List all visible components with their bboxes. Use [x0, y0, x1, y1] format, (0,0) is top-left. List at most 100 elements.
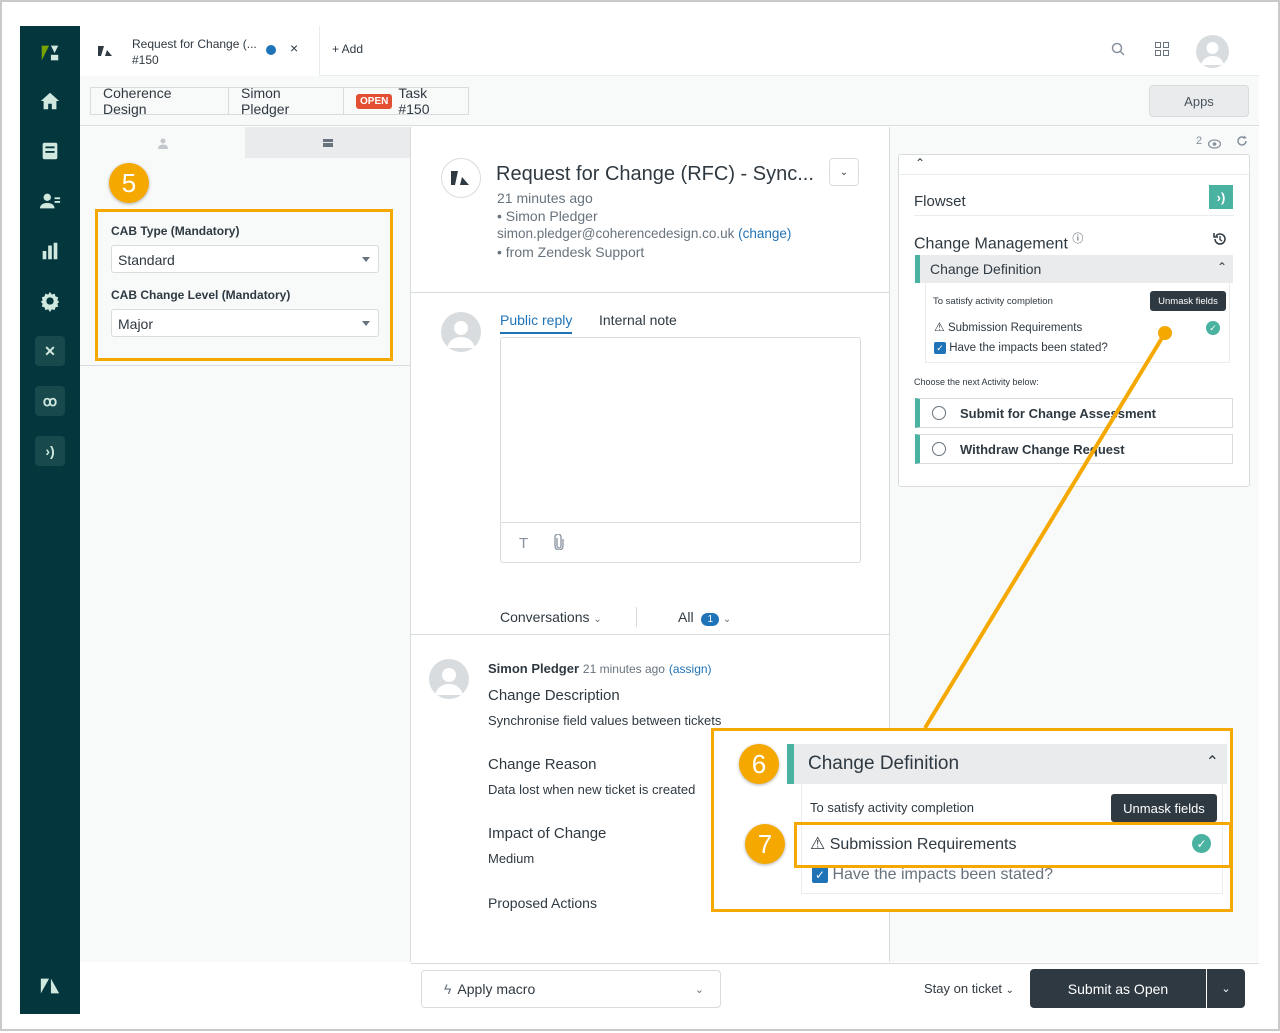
change-management-title: Change Management ⓘ [914, 230, 1083, 253]
ticket-logo-icon [98, 44, 114, 58]
zendesk-z-icon [35, 971, 65, 1001]
user-tab-icon[interactable] [80, 127, 245, 158]
chevron-down-icon: ⌄ [1221, 983, 1231, 995]
user-avatar[interactable] [1196, 35, 1229, 68]
breadcrumb-ticket[interactable]: OPEN Task #150 [343, 85, 469, 117]
message-heading-impact: Impact of Change [488, 825, 607, 842]
ticket-logo-icon [441, 158, 481, 198]
viewer-count: 2 [1196, 135, 1203, 147]
chevron-down-icon: ⌄ [722, 614, 732, 625]
unsaved-dot [266, 45, 276, 55]
activity-body: To satisfy activity completion Unmask fi… [925, 283, 1230, 363]
home-icon[interactable] [35, 86, 65, 116]
callout-box-submission [794, 822, 1232, 868]
ticket-properties-tab-icon[interactable] [245, 127, 410, 158]
radio-button[interactable] [932, 406, 946, 420]
chevron-up-icon: ⌃ [1216, 260, 1227, 274]
cab-type-select[interactable]: Standard [111, 245, 379, 273]
cab-level-select[interactable]: Major [111, 309, 379, 337]
main-sidebar: ✕ ꝏ ›) [20, 26, 80, 1014]
ticket-source: • from Zendesk Support [497, 244, 645, 260]
change-requester-link[interactable]: (change) [738, 226, 791, 241]
conversations-label: Conversations [500, 609, 590, 625]
ticket-tab[interactable]: Request for Change (... #150 × [80, 26, 320, 76]
views-icon[interactable] [35, 136, 65, 166]
chevron-down-icon: ⌄ [694, 983, 704, 996]
product-tray-icon[interactable] [1155, 42, 1169, 59]
attachment-icon[interactable] [553, 533, 565, 555]
tab-internal-note[interactable]: Internal note [599, 312, 677, 328]
impacts-checkbox[interactable]: ✓ [934, 342, 946, 354]
ticket-options-button[interactable]: ⌄ [829, 158, 859, 186]
ticket-time: 21 minutes ago [497, 190, 593, 206]
message-text-impact: Medium [488, 851, 535, 866]
flowset-app-icon[interactable]: ›) [35, 436, 65, 466]
submission-requirements-row: ⚠ Submission Requirements [934, 320, 1082, 334]
flowset-title: Flowset [914, 193, 966, 210]
apply-macro-button[interactable]: ϟ Apply macro ⌄ [421, 970, 721, 1008]
divider [501, 522, 860, 523]
impacts-label: Have the impacts been stated? [949, 342, 1108, 355]
settings-gear-icon[interactable] [35, 286, 65, 316]
chevron-down-icon: ⌄ [593, 614, 602, 625]
breadcrumb-bar: Coherence Design Simon Pledger OPEN Task… [80, 76, 1259, 126]
assign-link[interactable]: (assign) [669, 662, 712, 676]
breadcrumb-org[interactable]: Coherence Design [90, 85, 229, 117]
divider [636, 607, 637, 627]
all-filter[interactable]: All 1 ⌄ [678, 609, 731, 626]
cab-level-value: Major [118, 316, 154, 332]
divider [411, 634, 890, 635]
info-icon[interactable]: ⓘ [1072, 233, 1083, 245]
flowset-card: ⌃ Flowset ›) Change Management ⓘ Change … [898, 154, 1250, 487]
add-tab-button[interactable]: + Add [332, 42, 363, 56]
conversations-filter[interactable]: Conversations ⌄ [500, 609, 602, 625]
activity-withdraw-request[interactable]: Withdraw Change Request [915, 434, 1233, 464]
agent-avatar [441, 312, 481, 352]
collapse-chevron-icon[interactable]: ⌃ [915, 156, 925, 170]
chevron-down-icon [362, 321, 370, 326]
reply-editor[interactable]: T [500, 337, 861, 563]
change-definition-header[interactable]: Change Definition ⌃ [915, 255, 1233, 283]
activity-submit-assessment[interactable]: Submit for Change Assessment [915, 398, 1233, 428]
message-text-description: Synchronise field values between tickets [488, 713, 722, 728]
message-text-reason: Data lost when new ticket is created [488, 782, 696, 797]
breadcrumb-user[interactable]: Simon Pledger [228, 85, 344, 117]
all-label: All [678, 609, 694, 625]
message-heading-description: Change Description [488, 687, 620, 704]
message-heading-reason: Change Reason [488, 756, 597, 773]
cab-level-label: CAB Change Level (Mandatory) [111, 288, 291, 302]
bottom-bar: ϟ Apply macro ⌄ Stay on ticket ⌄ Submit … [411, 963, 1259, 1014]
tab-public-reply[interactable]: Public reply [500, 312, 573, 334]
message-author[interactable]: Simon Pledger [488, 661, 579, 676]
reporting-icon[interactable] [35, 236, 65, 266]
unmask-fields-button[interactable]: Unmask fields [1150, 291, 1226, 311]
reload-icon[interactable] [1236, 134, 1248, 152]
divider [80, 365, 411, 366]
search-icon[interactable] [1111, 42, 1125, 59]
submission-requirements-label: Submission Requirements [947, 322, 1083, 334]
ticket-fields-panel: 5 CAB Type (Mandatory) Standard CAB Chan… [80, 127, 411, 962]
app-icon-1[interactable]: ✕ [35, 336, 65, 366]
ticket-email-line: simon.pledger@coherencedesign.co.uk (cha… [497, 226, 791, 241]
ticket-title: Request for Change (RFC) - Sync... [496, 163, 814, 185]
callout-number-5: 5 [109, 163, 149, 203]
requester-email: simon.pledger@coherencedesign.co.uk [497, 226, 735, 241]
zendesk-logo-icon[interactable] [35, 38, 65, 68]
text-format-icon[interactable]: T [519, 535, 528, 552]
app-frame: ✕ ꝏ ›) Request for Change (... #150 × + … [0, 0, 1280, 1031]
chevron-down-icon: ⌄ [1005, 985, 1015, 996]
apps-button[interactable]: Apps [1149, 85, 1249, 117]
submit-button[interactable]: Submit as Open [1030, 969, 1206, 1008]
eye-icon [1207, 136, 1222, 154]
callout-box-zoom [711, 728, 1233, 912]
stay-on-ticket-dropdown[interactable]: Stay on ticket ⌄ [924, 981, 1014, 996]
satisfy-text: To satisfy activity completion [933, 296, 1053, 307]
submit-options-button[interactable]: ⌄ [1207, 969, 1245, 1008]
close-tab-icon[interactable]: × [290, 40, 298, 56]
change-definition-label: Change Definition [930, 261, 1042, 277]
top-bar: Request for Change (... #150 × + Add [80, 26, 1259, 76]
history-icon[interactable] [1213, 232, 1227, 251]
app-icon-2[interactable]: ꝏ [35, 386, 65, 416]
customers-icon[interactable] [35, 186, 65, 216]
radio-button[interactable] [932, 442, 946, 456]
